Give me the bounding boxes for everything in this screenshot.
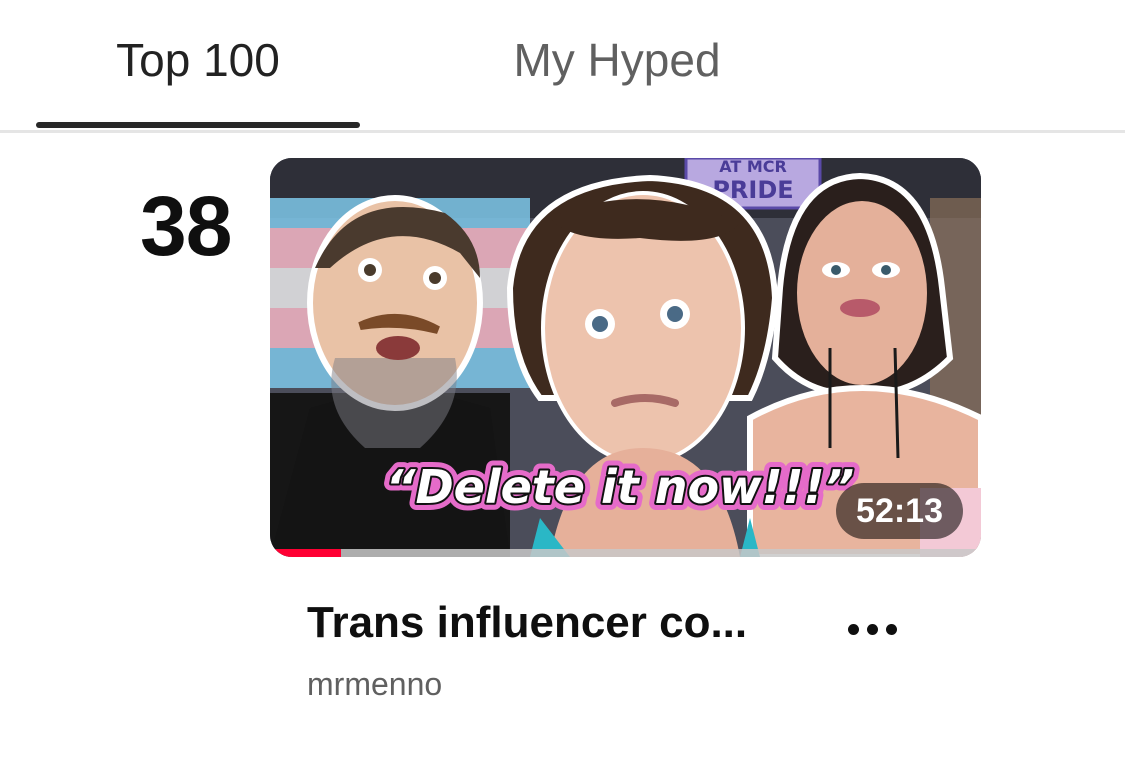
more-dot (886, 624, 897, 635)
rank-number: 38 (140, 179, 232, 273)
tab-top-100[interactable]: Top 100 (36, 30, 360, 90)
channel-name[interactable]: mrmenno (307, 662, 442, 706)
more-options-button[interactable] (840, 604, 906, 656)
tabs-divider (0, 130, 1125, 133)
watch-progress-fill (270, 549, 342, 557)
tab-my-hyped[interactable]: My Hyped (455, 30, 779, 90)
sign-text-1: AT MCR (719, 158, 787, 176)
more-dot (867, 624, 878, 635)
watch-progress-track (270, 549, 981, 557)
tab-bar: Top 100 My Hyped (0, 0, 1125, 134)
thumbnail-caption-fill: “Delete it now!!!” (386, 460, 854, 514)
duration-badge: 52:13 (836, 483, 963, 539)
video-thumbnail[interactable]: AT MCR PRIDE “Delete it now!!!” “Delete … (270, 158, 981, 557)
hype-page: Top 100 My Hyped 38 AT MCR PRIDE “Delete… (0, 0, 1125, 768)
video-title[interactable]: Trans influencer co... (307, 594, 827, 652)
more-dot (848, 624, 859, 635)
selected-tab-indicator (36, 122, 360, 128)
